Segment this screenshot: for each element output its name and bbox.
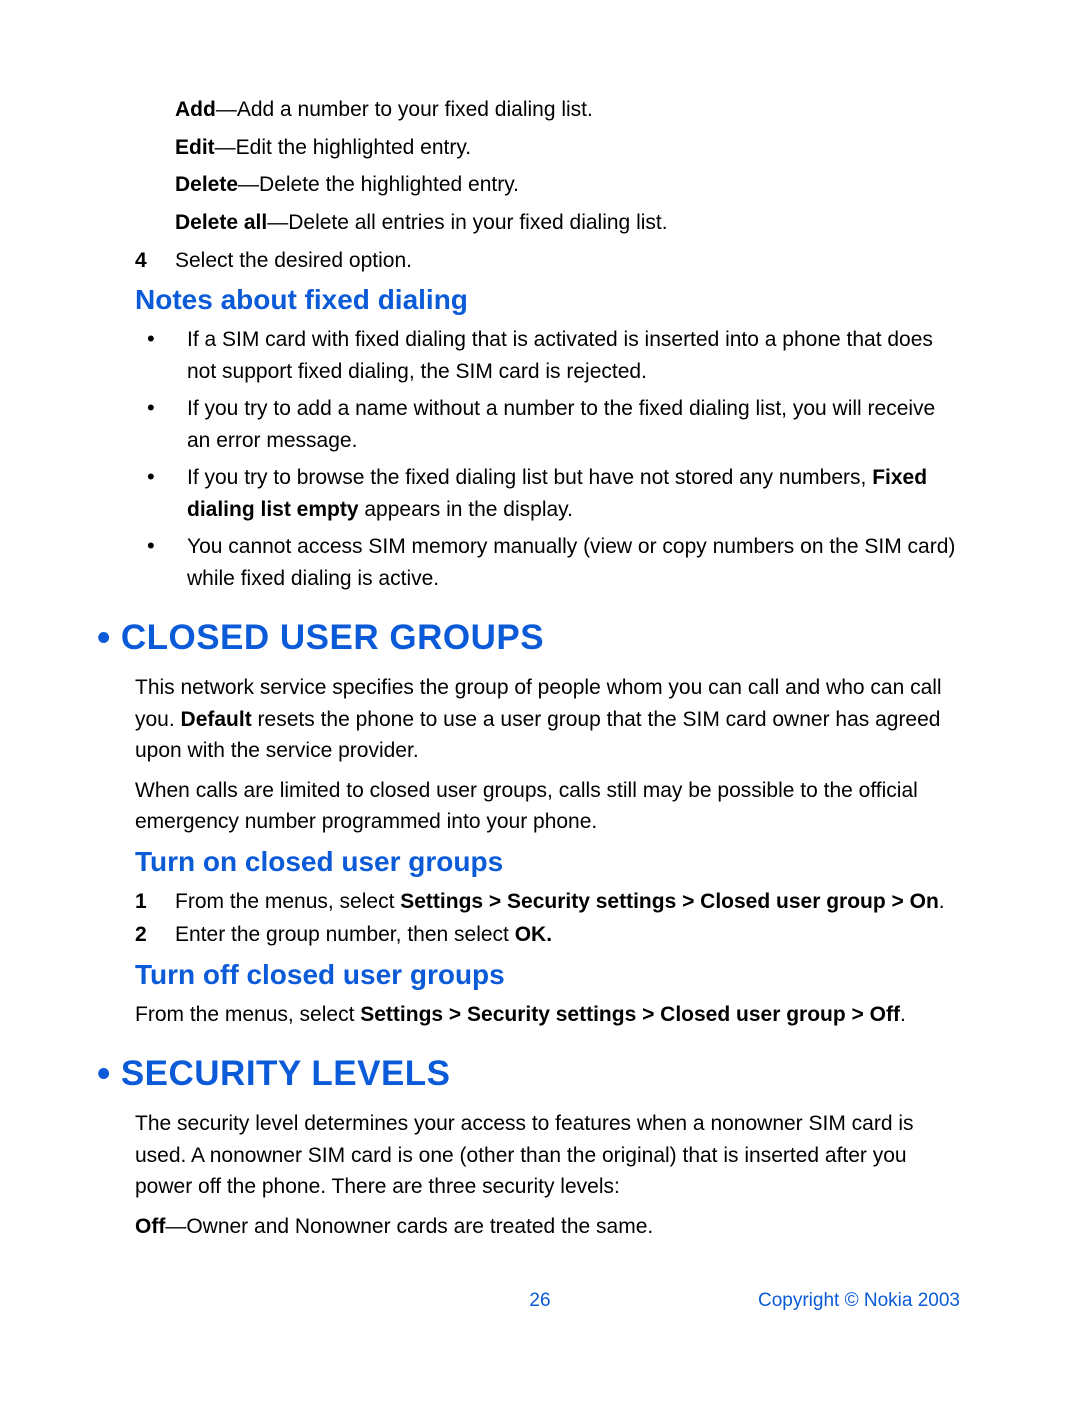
desc: —Delete all entries in your fixed dialin… [267, 211, 667, 234]
action-definitions: Add—Add a number to your fixed dialing l… [175, 92, 960, 241]
bullet-icon: • [135, 393, 187, 456]
def-add: Add—Add a number to your fixed dialing l… [175, 92, 960, 128]
cug-paragraph-2: When calls are limited to closed user gr… [135, 775, 960, 838]
heading-text: CLOSED USER GROUPS [121, 618, 544, 658]
bullet-icon: • [135, 462, 187, 525]
heading-turn-off-cug: Turn off closed user groups [135, 959, 960, 991]
heading-notes-fixed-dialing: Notes about fixed dialing [135, 284, 960, 316]
notes-list: • If a SIM card with fixed dialing that … [135, 324, 960, 594]
turn-on-steps: 1 From the menus, select Settings > Secu… [135, 886, 960, 951]
note-item: • You cannot access SIM memory manually … [135, 531, 960, 594]
turn-off-paragraph: From the menus, select Settings > Securi… [135, 999, 960, 1031]
def-delete: Delete—Delete the highlighted entry. [175, 167, 960, 203]
heading-closed-user-groups: • CLOSED USER GROUPS [97, 618, 960, 658]
term: Edit [175, 136, 215, 159]
text-bold: OK. [515, 923, 552, 946]
text: From the menus, select [135, 1003, 360, 1026]
step-number: 2 [135, 919, 175, 951]
step-number: 1 [135, 886, 175, 918]
text: From the menus, select [175, 890, 400, 913]
list-item: 1 From the menus, select Settings > Secu… [135, 886, 960, 918]
term: Delete [175, 173, 238, 196]
copyright-text: Copyright © Nokia 2003 [758, 1290, 960, 1312]
note-item: • If a SIM card with fixed dialing that … [135, 324, 960, 387]
text: . [939, 890, 945, 913]
bullet-icon: • [135, 324, 187, 387]
note-text: If you try to browse the fixed dialing l… [187, 462, 960, 525]
page-footer: 26 Copyright © Nokia 2003 [0, 1290, 1080, 1312]
text: . [900, 1003, 906, 1026]
term: Delete all [175, 211, 267, 234]
bullet-icon: • [97, 619, 111, 657]
note-text: You cannot access SIM memory manually (v… [187, 531, 960, 594]
text: resets the phone to use a user group tha… [135, 708, 940, 763]
note-item: • If you try to browse the fixed dialing… [135, 462, 960, 525]
security-paragraph: The security level determines your acces… [135, 1108, 960, 1203]
cug-paragraph-1: This network service specifies the group… [135, 672, 960, 767]
step-text: From the menus, select Settings > Securi… [175, 886, 960, 918]
step-number: 4 [135, 243, 175, 279]
note-item: • If you try to add a name without a num… [135, 393, 960, 456]
desc: —Add a number to your fixed dialing list… [216, 98, 593, 121]
bullet-icon: • [135, 531, 187, 594]
text: appears in the display. [359, 498, 573, 521]
desc: —Delete the highlighted entry. [238, 173, 519, 196]
term: Add [175, 98, 216, 121]
text: You cannot access SIM memory manually (v… [187, 535, 955, 590]
bullet-icon: • [97, 1055, 111, 1093]
list-item: 2 Enter the group number, then select OK… [135, 919, 960, 951]
def-delete-all: Delete all—Delete all entries in your fi… [175, 205, 960, 241]
step-4: 4 Select the desired option. [135, 243, 960, 279]
text: If a SIM card with fixed dialing that is… [187, 328, 933, 383]
def-edit: Edit—Edit the highlighted entry. [175, 130, 960, 166]
desc: —Edit the highlighted entry. [215, 136, 471, 159]
step-text: Select the desired option. [175, 243, 960, 279]
text-bold: Settings > Security settings > Closed us… [360, 1003, 900, 1026]
text-bold: Settings > Security settings > Closed us… [400, 890, 939, 913]
term: Off [135, 1215, 165, 1238]
text: If you try to browse the fixed dialing l… [187, 466, 872, 489]
manual-page: Add—Add a number to your fixed dialing l… [0, 0, 1080, 1412]
note-text: If you try to add a name without a numbe… [187, 393, 960, 456]
security-off-line: Off—Owner and Nonowner cards are treated… [135, 1211, 960, 1243]
heading-text: SECURITY LEVELS [121, 1054, 451, 1094]
note-text: If a SIM card with fixed dialing that is… [187, 324, 960, 387]
heading-security-levels: • SECURITY LEVELS [97, 1054, 960, 1094]
text: If you try to add a name without a numbe… [187, 397, 935, 452]
page-number: 26 [529, 1290, 550, 1312]
heading-turn-on-cug: Turn on closed user groups [135, 846, 960, 878]
step-text: Enter the group number, then select OK. [175, 919, 960, 951]
desc: —Owner and Nonowner cards are treated th… [165, 1215, 653, 1238]
text-bold: Default [181, 708, 252, 731]
text: Enter the group number, then select [175, 923, 515, 946]
